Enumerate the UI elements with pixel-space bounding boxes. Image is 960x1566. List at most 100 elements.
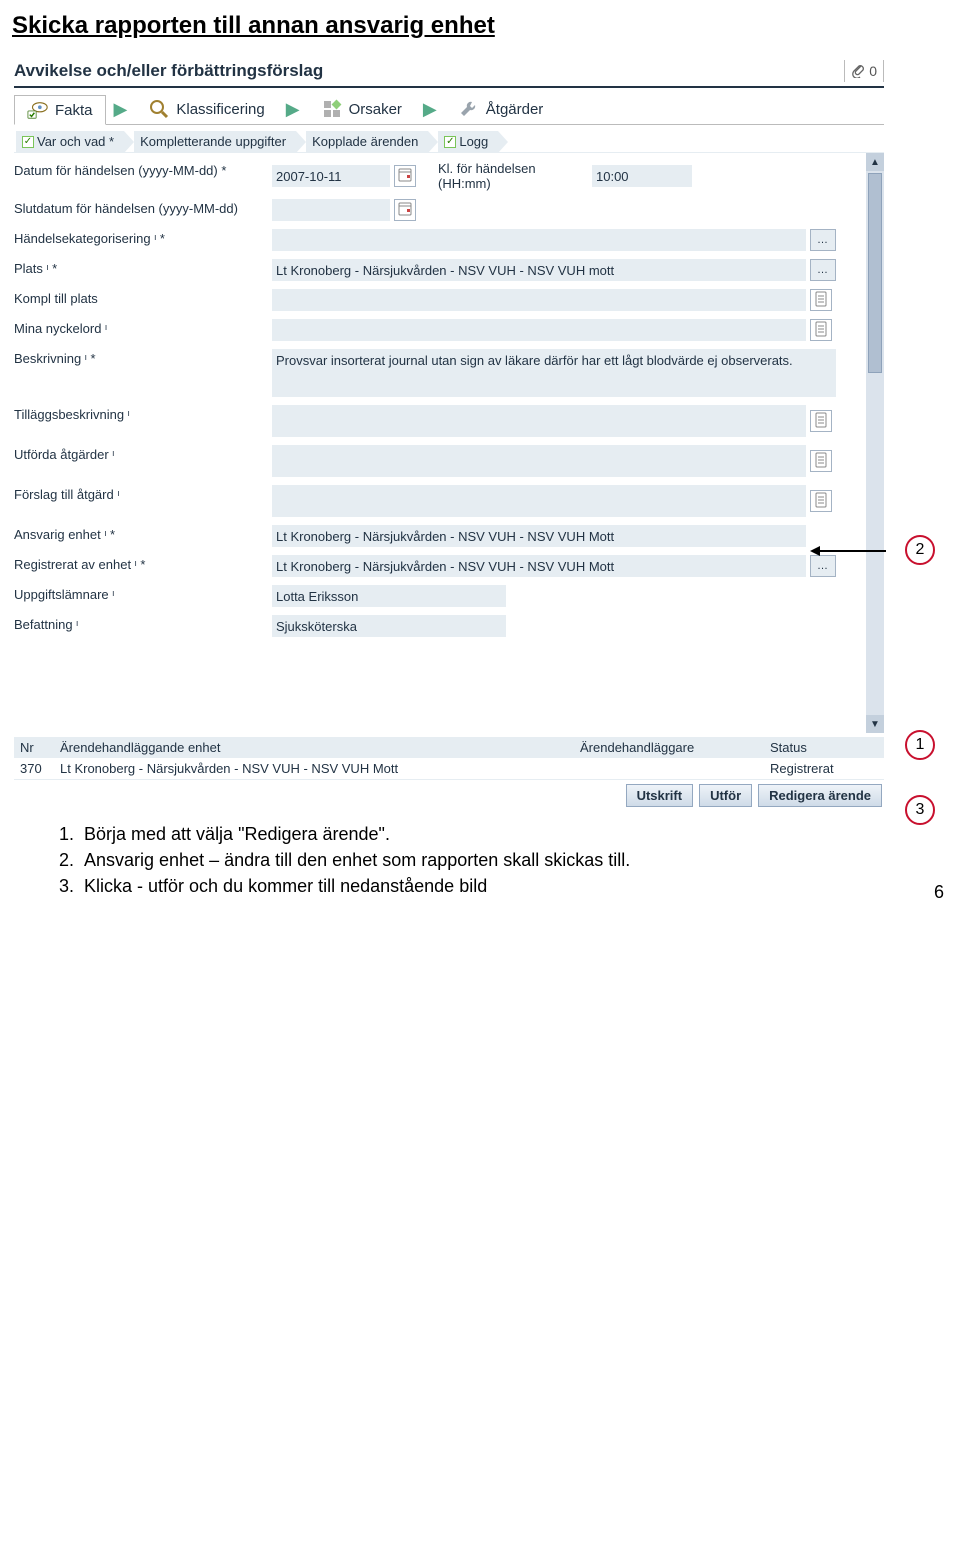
grid-head-handlaggare: Ärendehandläggare: [574, 737, 764, 758]
label-forslag: Förslag till åtgärd ᶦ: [14, 485, 268, 502]
row-kompl: Kompl till plats: [14, 285, 860, 315]
wrench-icon: [458, 98, 480, 120]
eye-check-icon: [27, 99, 49, 121]
list-text: Börja med att välja "Redigera ärende".: [84, 821, 390, 847]
scroll-down-icon[interactable]: ▼: [866, 715, 884, 733]
scroll-thumb[interactable]: [868, 173, 882, 373]
textarea-beskrivning[interactable]: Provsvar insorterat journal utan sign av…: [272, 349, 836, 397]
input-befattning[interactable]: Sjuksköterska: [272, 615, 506, 637]
subtab-logg[interactable]: ✓ Logg: [438, 131, 498, 152]
label-utforda-atgarder: Utförda åtgärder ᶦ: [14, 445, 268, 462]
redigera-arende-button[interactable]: Redigera ärende: [758, 784, 882, 807]
page-title: Skicka rapporten till annan ansvarig enh…: [12, 12, 948, 40]
table-row[interactable]: 370 Lt Kronoberg - Närsjukvården - NSV V…: [14, 758, 884, 780]
callout-circle-2: 2: [905, 535, 935, 565]
notepad-button[interactable]: [810, 289, 832, 311]
arrow-line: [820, 550, 886, 552]
notepad-icon: [814, 492, 828, 511]
input-kl[interactable]: 10:00: [592, 165, 692, 187]
row-datum: Datum för händelsen (yyyy-MM-dd) * 2007-…: [14, 157, 860, 195]
sub-tabs: ✓ Var och vad * Kompletterande uppgifter…: [14, 131, 884, 153]
calendar-icon: [398, 201, 412, 220]
row-nyckelord: Mina nyckelord ᶦ: [14, 315, 860, 345]
picker-button[interactable]: …: [810, 259, 836, 281]
subtab-label: Kompletterande uppgifter: [140, 134, 286, 149]
cell-nr: 370: [14, 758, 54, 779]
label-handelsekat: Händelsekategorisering ᶦ *: [14, 229, 268, 246]
scroll-up-icon[interactable]: ▲: [866, 153, 884, 171]
label-tillaggsbeskrivning: Tilläggsbeskrivning ᶦ: [14, 405, 268, 422]
label-ansvarig-enhet: Ansvarig enhet ᶦ *: [14, 525, 268, 542]
input-nyckelord[interactable]: [272, 319, 806, 341]
label-beskrivning: Beskrivning ᶦ *: [14, 349, 268, 366]
chevron-right-icon: ▶: [419, 99, 441, 120]
row-utforda-atgarder: Utförda åtgärder ᶦ: [14, 441, 860, 481]
notepad-icon: [814, 452, 828, 471]
calendar-button[interactable]: [394, 165, 416, 187]
grid-head-enhet: Ärendehandläggande enhet: [54, 737, 574, 758]
list-text: Klicka - utför och du kommer till nedans…: [84, 873, 487, 899]
input-datum[interactable]: 2007-10-11: [272, 165, 390, 187]
notepad-button[interactable]: [810, 450, 832, 472]
input-kompl[interactable]: [272, 289, 806, 311]
notepad-button[interactable]: [810, 410, 832, 432]
input-uppgiftslamnare[interactable]: Lotta Eriksson: [272, 585, 506, 607]
header-bar: Avvikelse och/eller förbättringsförslag …: [14, 58, 884, 88]
label-registrerat-enhet: Registrerat av enhet ᶦ *: [14, 555, 268, 572]
notepad-button[interactable]: [810, 319, 832, 341]
tab-klassificering[interactable]: Klassificering: [135, 94, 277, 124]
chevron-right-icon: ▶: [110, 99, 132, 120]
application-screenshot: Avvikelse och/eller förbättringsförslag …: [14, 58, 884, 807]
cell-handlaggare: [574, 766, 764, 772]
input-ansvarig-enhet[interactable]: Lt Kronoberg - Närsjukvården - NSV VUH -…: [272, 525, 806, 547]
grid-head-status: Status: [764, 737, 884, 758]
row-uppgiftslamnare: Uppgiftslämnare ᶦ Lotta Eriksson: [14, 581, 860, 611]
main-tabs: Fakta ▶ Klassificering ▶ Orsaker ▶ Åtgär…: [14, 88, 884, 125]
attachments-indicator[interactable]: 0: [844, 60, 884, 82]
subtab-var-och-vad[interactable]: ✓ Var och vad *: [16, 131, 124, 152]
utskrift-button[interactable]: Utskrift: [626, 784, 694, 807]
paperclip-icon: [851, 62, 865, 81]
arrow-head-icon: [810, 546, 820, 556]
row-ansvarig-enhet: Ansvarig enhet ᶦ * Lt Kronoberg - Närsju…: [14, 521, 860, 551]
tab-atgarder-label: Åtgärder: [486, 101, 544, 118]
picker-button[interactable]: …: [810, 229, 836, 251]
row-forslag: Förslag till åtgärd ᶦ: [14, 481, 860, 521]
list-number: 1.: [54, 821, 74, 847]
input-registrerat-enhet[interactable]: Lt Kronoberg - Närsjukvården - NSV VUH -…: [272, 555, 806, 577]
callout-circle-3: 3: [905, 795, 935, 825]
header-title: Avvikelse och/eller förbättringsförslag: [14, 61, 844, 81]
input-utforda-atgarder[interactable]: [272, 445, 806, 477]
chevron-right-icon: ▶: [282, 99, 304, 120]
row-registrerat-enhet: Registrerat av enhet ᶦ * Lt Kronoberg - …: [14, 551, 860, 581]
grid-header: Nr Ärendehandläggande enhet Ärendehandlä…: [14, 737, 884, 758]
row-plats: Plats ᶦ * Lt Kronoberg - Närsjukvården -…: [14, 255, 860, 285]
tab-orsaker[interactable]: Orsaker: [308, 94, 415, 124]
tab-fakta[interactable]: Fakta: [14, 95, 106, 125]
tab-atgarder[interactable]: Åtgärder: [445, 94, 557, 124]
input-handelsekat[interactable]: [272, 229, 806, 251]
notepad-icon: [814, 321, 828, 340]
input-forslag[interactable]: [272, 485, 806, 517]
cell-enhet: Lt Kronoberg - Närsjukvården - NSV VUH -…: [54, 758, 574, 779]
list-number: 3.: [54, 873, 74, 899]
subtab-kopplade[interactable]: Kopplade ärenden: [306, 131, 428, 152]
picker-button[interactable]: …: [810, 555, 836, 577]
input-tillaggsbeskrivning[interactable]: [272, 405, 806, 437]
input-slutdatum[interactable]: [272, 199, 390, 221]
list-number: 2.: [54, 847, 74, 873]
subtab-label: Logg: [459, 134, 488, 149]
notepad-button[interactable]: [810, 490, 832, 512]
input-plats[interactable]: Lt Kronoberg - Närsjukvården - NSV VUH -…: [272, 259, 806, 281]
grid-head-nr: Nr: [14, 737, 54, 758]
label-datum: Datum för händelsen (yyyy-MM-dd) *: [14, 161, 268, 178]
squares-icon: [321, 98, 343, 120]
scrollbar[interactable]: ▲ ▼: [866, 153, 884, 733]
subtab-kompletterande[interactable]: Kompletterande uppgifter: [134, 131, 296, 152]
label-slutdatum: Slutdatum för händelsen (yyyy-MM-dd): [14, 199, 268, 216]
list-item: 2. Ansvarig enhet – ändra till den enhet…: [54, 847, 948, 873]
calendar-button[interactable]: [394, 199, 416, 221]
label-nyckelord: Mina nyckelord ᶦ: [14, 319, 268, 336]
utfor-button[interactable]: Utför: [699, 784, 752, 807]
instructions-list: 1. Börja med att välja "Redigera ärende"…: [54, 821, 948, 899]
